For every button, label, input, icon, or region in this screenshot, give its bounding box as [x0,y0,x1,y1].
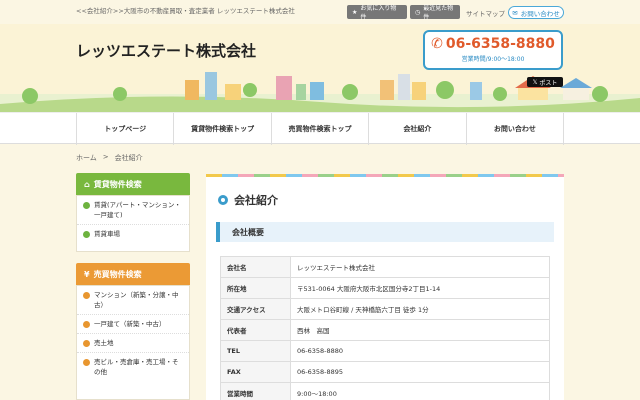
table-key: 会社名 [220,256,291,278]
table-value: 大阪メトロ谷町線 / 天神橋筋六丁目 徒歩 1分 [290,298,550,320]
sidebar-item-label: 売土地 [94,339,114,347]
phone-number: 06-6358-8880 [445,36,555,52]
table-key: FAX [220,361,291,383]
phone-icon: ✆ [431,36,443,52]
sidebar-item-sale-land[interactable]: 売土地 [77,334,189,353]
table-key: 交通アクセス [220,298,291,320]
table-row: 所在地 〒531-0064 大阪府大阪市北区国分寺2丁目1-14 [220,277,550,299]
recent-button[interactable]: ◷ 最近見た物件 [410,5,460,21]
sidebar-item-sale-house[interactable]: 一戸建て（新築・中古） [77,315,189,334]
page-title-text: 会社紹介 [234,194,278,207]
sidebar-item-label: 売ビル・売倉庫・売工場・その他 [94,358,179,376]
table-value: レッツエステート株式会社 [290,256,550,278]
rental-search-title: 賃貸物件検索 [93,179,142,189]
business-hours: 営業時間/9:00～18:00 [461,56,525,63]
table-value: 06-6358-8895 [290,361,550,383]
house-icon: ⌂ [84,179,90,189]
bullet-icon [83,340,90,347]
table-value: 06-6358-8880 [290,340,550,362]
bullet-icon [83,231,90,238]
sidebar-item-label: 賃貸(アパート・マンション・一戸建て) [94,201,181,219]
company-table: 会社名 レッツエステート株式会社 所在地 〒531-0064 大阪府大阪市北区国分寺2… [220,256,550,400]
table-value: 〒531-0064 大阪府大阪市北区国分寺2丁目1-14 [290,277,550,299]
table-key: TEL [220,340,291,362]
nav-item-company[interactable]: 会社紹介 [368,113,465,145]
breadcrumb: ホーム > 会社紹介 [76,153,143,163]
bullet-icon [83,321,90,328]
sale-search-title: 売買物件検索 [93,269,142,279]
contact-label: お問い合わせ [520,9,560,18]
sidebar-item-label: 賃貸車場 [94,230,120,238]
table-key: 代表者 [220,319,291,341]
header: レッツエステート株式会社 ✆ 06-6358-8880 営業時間/9:00～18… [0,24,640,112]
table-row: FAX 06-6358-8895 [220,361,550,383]
sidebar-item-label: 一戸建て（新築・中古） [94,320,166,328]
tagline: <<会社紹介>>大阪市の不動産買取・査定業者 レッツエステート株式会社 [76,7,295,15]
nav-item-sale-search[interactable]: 売買物件検索トップ [270,113,368,145]
x-post-button[interactable]: 𝕏 ポスト [527,77,563,87]
favorites-label: お気に入り物件 [360,5,397,21]
sidebar-item-sale-building[interactable]: 売ビル・売倉庫・売工場・その他 [77,353,189,381]
breadcrumb-current: 会社紹介 [114,154,143,162]
phone-box: ✆ 06-6358-8880 営業時間/9:00～18:00 [423,30,563,70]
breadcrumb-home[interactable]: ホーム [76,153,97,163]
rental-search-list: 賃貸(アパート・マンション・一戸建て) 賃貸車場 [76,195,190,252]
nav-item-contact[interactable]: お問い合わせ [465,113,565,145]
yen-icon: ¥ [84,269,90,279]
table-key: 所在地 [220,277,291,299]
nav-item-rental-search[interactable]: 賃貸物件検索トップ [173,113,270,145]
sale-search-list: マンション（新築・分譲・中古） 一戸建て（新築・中古） 売土地 売ビル・売倉庫・… [76,285,190,400]
table-row: 交通アクセス 大阪メトロ谷町線 / 天神橋筋六丁目 徒歩 1分 [220,298,550,320]
sidebar-item-label: マンション（新築・分譲・中古） [94,291,179,309]
sidebar-item-rental-parking[interactable]: 賃貸車場 [77,225,189,243]
table-row: 会社名 レッツエステート株式会社 [220,256,550,278]
sidebar-item-rental-housing[interactable]: 賃貸(アパート・マンション・一戸建て) [77,196,189,225]
sale-search-heading[interactable]: ¥ 売買物件検索 [76,263,190,285]
post-label: ポスト [539,79,558,87]
bullet-icon [83,202,90,209]
global-nav: トップページ 賃貸物件検索トップ 売買物件検索トップ 会社紹介 お問い合わせ [0,112,640,145]
decorative-stripe [206,174,564,177]
table-value: 9:00～18:00 [290,382,550,400]
breadcrumb-separator: > [102,153,109,161]
table-row: 営業時間 9:00～18:00 [220,382,550,400]
favorites-button[interactable]: ★ お気に入り物件 [347,5,407,21]
contact-button[interactable]: ✉ お問い合わせ [508,6,564,19]
site-title[interactable]: レッツエステート株式会社 [76,40,256,61]
section-heading: 会社概要 [216,222,554,242]
sidebar-item-sale-mansion[interactable]: マンション（新築・分譲・中古） [77,286,189,315]
bullet-icon [83,292,90,299]
table-key: 営業時間 [220,382,291,400]
top-bar: <<会社紹介>>大阪市の不動産買取・査定業者 レッツエステート株式会社 ★ お気… [0,0,640,24]
mail-icon: ✉ [512,8,518,17]
recent-label: 最近見た物件 [423,5,454,21]
table-row: TEL 06-6358-8880 [220,340,550,362]
ring-icon [218,195,228,205]
nav-item-top[interactable]: トップページ [76,113,173,145]
bullet-icon [83,359,90,366]
sitemap-link[interactable]: サイトマップ [466,8,505,18]
star-icon: ★ [352,8,358,16]
table-value: 西林 高国 [290,319,550,341]
page-title: 会社紹介 [218,192,278,208]
clock-icon: ◷ [415,8,421,16]
phone-number-row[interactable]: ✆ 06-6358-8880 [425,36,561,52]
table-row: 代表者 西林 高国 [220,319,550,341]
rental-search-heading[interactable]: ⌂ 賃貸物件検索 [76,173,190,195]
x-logo-icon: 𝕏 [532,78,538,86]
